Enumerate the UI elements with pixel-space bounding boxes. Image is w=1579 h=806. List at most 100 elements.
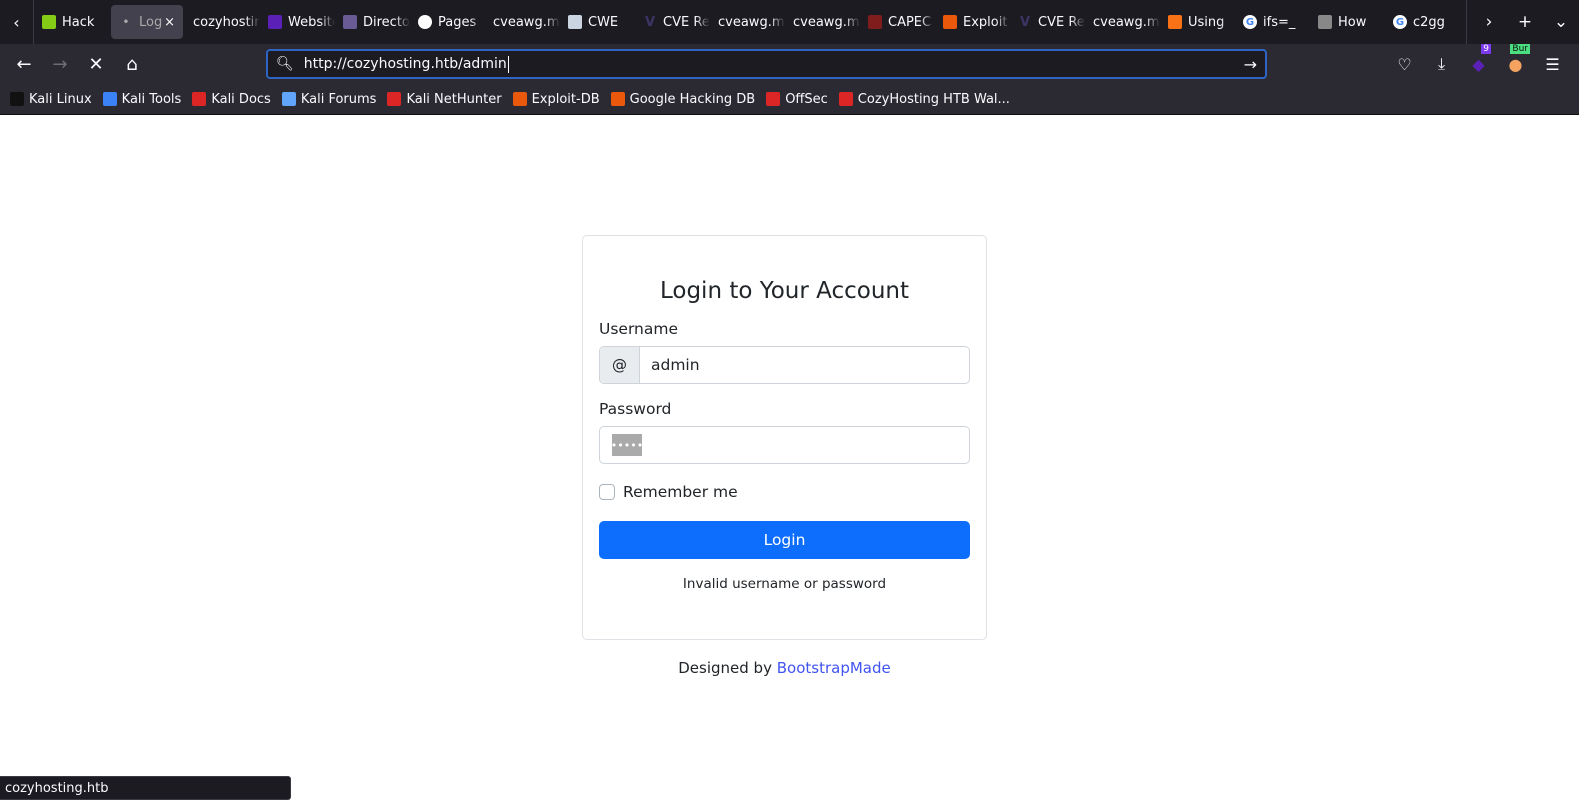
bookmark-item[interactable]: Kali Forums <box>281 91 377 107</box>
bolt-icon <box>1168 15 1182 29</box>
page-title: Login to Your Account <box>659 278 910 304</box>
tab-10[interactable]: cveawg.mitre <box>785 5 860 39</box>
bookmark-label: CozyHosting HTB Wal... <box>857 91 1010 107</box>
login-button[interactable]: Login <box>599 521 970 559</box>
credits-prefix: Designed by <box>678 659 777 677</box>
tab-5[interactable]: Pages <box>410 5 485 39</box>
google-icon: G <box>1393 15 1407 29</box>
home-button[interactable]: ⌂ <box>114 48 150 80</box>
tab-1[interactable]: • Log × <box>111 5 183 39</box>
close-tab-icon[interactable]: × <box>164 15 175 30</box>
tab-0[interactable]: Hack <box>34 5 109 39</box>
new-tab-button[interactable]: + <box>1507 12 1543 32</box>
github-icon <box>418 15 432 29</box>
tab-16[interactable]: Gifs=_ <box>1235 5 1310 39</box>
bookmark-item[interactable]: OffSec <box>766 92 828 107</box>
loading-dot-icon: • <box>122 16 130 28</box>
bookmark-label: Exploit-DB <box>531 91 600 107</box>
remember-checkbox[interactable] <box>599 484 615 500</box>
nav-toolbar: ← → ✕ ⌂ 🔍︎ http://cozyhosting.htb/admin … <box>0 44 1579 84</box>
list-all-tabs-button[interactable]: ⌄ <box>1543 12 1579 32</box>
bookmark-label: Google Hacking DB <box>629 91 756 107</box>
scroll-tabs-left-button[interactable]: ‹ <box>0 0 34 44</box>
tab-11[interactable]: CAPEC <box>860 5 935 39</box>
bookmark-label: Kali Docs <box>211 91 271 107</box>
tab-label: Websites <box>288 14 335 30</box>
bookmark-favicon-icon <box>192 92 207 106</box>
text-cursor <box>507 55 509 73</box>
password-input[interactable]: ••••• <box>600 427 969 463</box>
tab-label: cveawg.mitre <box>493 14 560 30</box>
tab-label: CAPEC <box>888 14 932 30</box>
scroll-tabs-right-button[interactable]: › <box>1471 12 1507 32</box>
tab-12[interactable]: Exploit <box>935 5 1010 39</box>
bookmark-label: Kali Forums <box>300 91 377 107</box>
tab-9[interactable]: cveawg.mitre <box>710 5 785 39</box>
exploitdb-icon <box>943 15 957 29</box>
mask-icon <box>343 15 357 29</box>
tab-4[interactable]: Directory <box>335 5 410 39</box>
remember-me[interactable]: Remember me <box>599 483 970 501</box>
stop-button[interactable]: ✕ <box>78 48 114 80</box>
bookmark-item[interactable]: Kali Linux <box>10 92 92 107</box>
tab-15[interactable]: Using <box>1160 5 1235 39</box>
extension-button[interactable]: ◆ 9 <box>1460 44 1497 80</box>
cwe-icon <box>568 15 582 29</box>
forward-button[interactable]: → <box>42 48 78 80</box>
capec-icon <box>868 15 882 29</box>
username-field[interactable]: @ admin <box>599 346 970 384</box>
menu-icon[interactable]: ☰ <box>1534 48 1571 80</box>
tab-label: Pages <box>438 14 477 30</box>
bookmark-label: Kali Linux <box>29 91 92 107</box>
tab-strip: Hack • Log× cozyhosting Websites Directory Pag… <box>34 0 1460 44</box>
bookmark-item[interactable]: Kali Tools <box>102 92 181 107</box>
tab-label: CVE Record <box>663 14 710 30</box>
tab-label: cveawg.mitre <box>718 14 785 30</box>
tab-8[interactable]: V CVE Record <box>635 5 710 39</box>
cve-v-icon: V <box>644 14 656 30</box>
at-icon: @ <box>600 347 640 383</box>
tab-17[interactable]: How <box>1310 5 1385 39</box>
burp-extension-button[interactable]: ● Bur <box>1497 44 1534 80</box>
tab-7[interactable]: CWE <box>560 5 635 39</box>
bars-icon <box>1318 15 1332 29</box>
bookmark-item[interactable]: Google Hacking DB <box>610 91 756 107</box>
bookmark-item[interactable]: Exploit-DB <box>512 91 600 107</box>
tab-14[interactable]: cveawg.mitre <box>1085 5 1160 39</box>
tab-3[interactable]: Websites <box>260 5 335 39</box>
bookmark-item[interactable]: CozyHosting HTB Wal... <box>838 91 1010 107</box>
username-input[interactable]: admin <box>640 347 969 383</box>
password-field[interactable]: ••••• <box>599 426 970 464</box>
tab-label: CWE <box>588 14 619 30</box>
bookmark-label: Kali NetHunter <box>406 91 502 107</box>
bookmark-favicon-icon <box>610 92 625 106</box>
tab-18[interactable]: Gc2gg <box>1385 5 1460 39</box>
username-label: Username <box>599 320 679 338</box>
bookmark-item[interactable]: Kali Docs <box>192 92 271 107</box>
bookmark-item[interactable]: Kali NetHunter <box>387 91 502 107</box>
tab-2[interactable]: cozyhosting <box>185 5 260 39</box>
tab-label: How <box>1338 14 1367 30</box>
diamond-icon <box>268 15 282 29</box>
url-text[interactable]: http://cozyhosting.htb/admin <box>304 56 507 72</box>
burp-badge: Bur <box>1510 44 1530 54</box>
password-label: Password <box>599 400 672 418</box>
url-bar[interactable]: 🔍︎ http://cozyhosting.htb/admin → <box>266 49 1267 79</box>
pocket-icon[interactable]: ♡ <box>1386 48 1423 80</box>
tab-controls: › + ⌄ <box>1466 0 1579 44</box>
tab-label: cozyhosting <box>193 14 260 30</box>
downloads-icon[interactable]: ⤓ <box>1423 48 1460 80</box>
cube-icon <box>42 15 56 29</box>
go-arrow-icon[interactable]: → <box>1244 55 1257 74</box>
bookmark-favicon-icon <box>10 92 24 106</box>
tab-13[interactable]: V CVE Record <box>1010 5 1085 39</box>
tab-6[interactable]: cveawg.mitre <box>485 5 560 39</box>
bootstrapmade-link[interactable]: BootstrapMade <box>777 659 891 677</box>
tab-label: ifs=_ <box>1263 14 1296 30</box>
bookmark-favicon-icon <box>838 92 853 106</box>
back-button[interactable]: ← <box>6 48 42 80</box>
tab-label: c2gg <box>1413 14 1445 30</box>
bookmark-favicon-icon <box>387 92 402 106</box>
bookmark-label: OffSec <box>785 91 828 107</box>
bookmark-favicon-icon <box>512 92 527 106</box>
